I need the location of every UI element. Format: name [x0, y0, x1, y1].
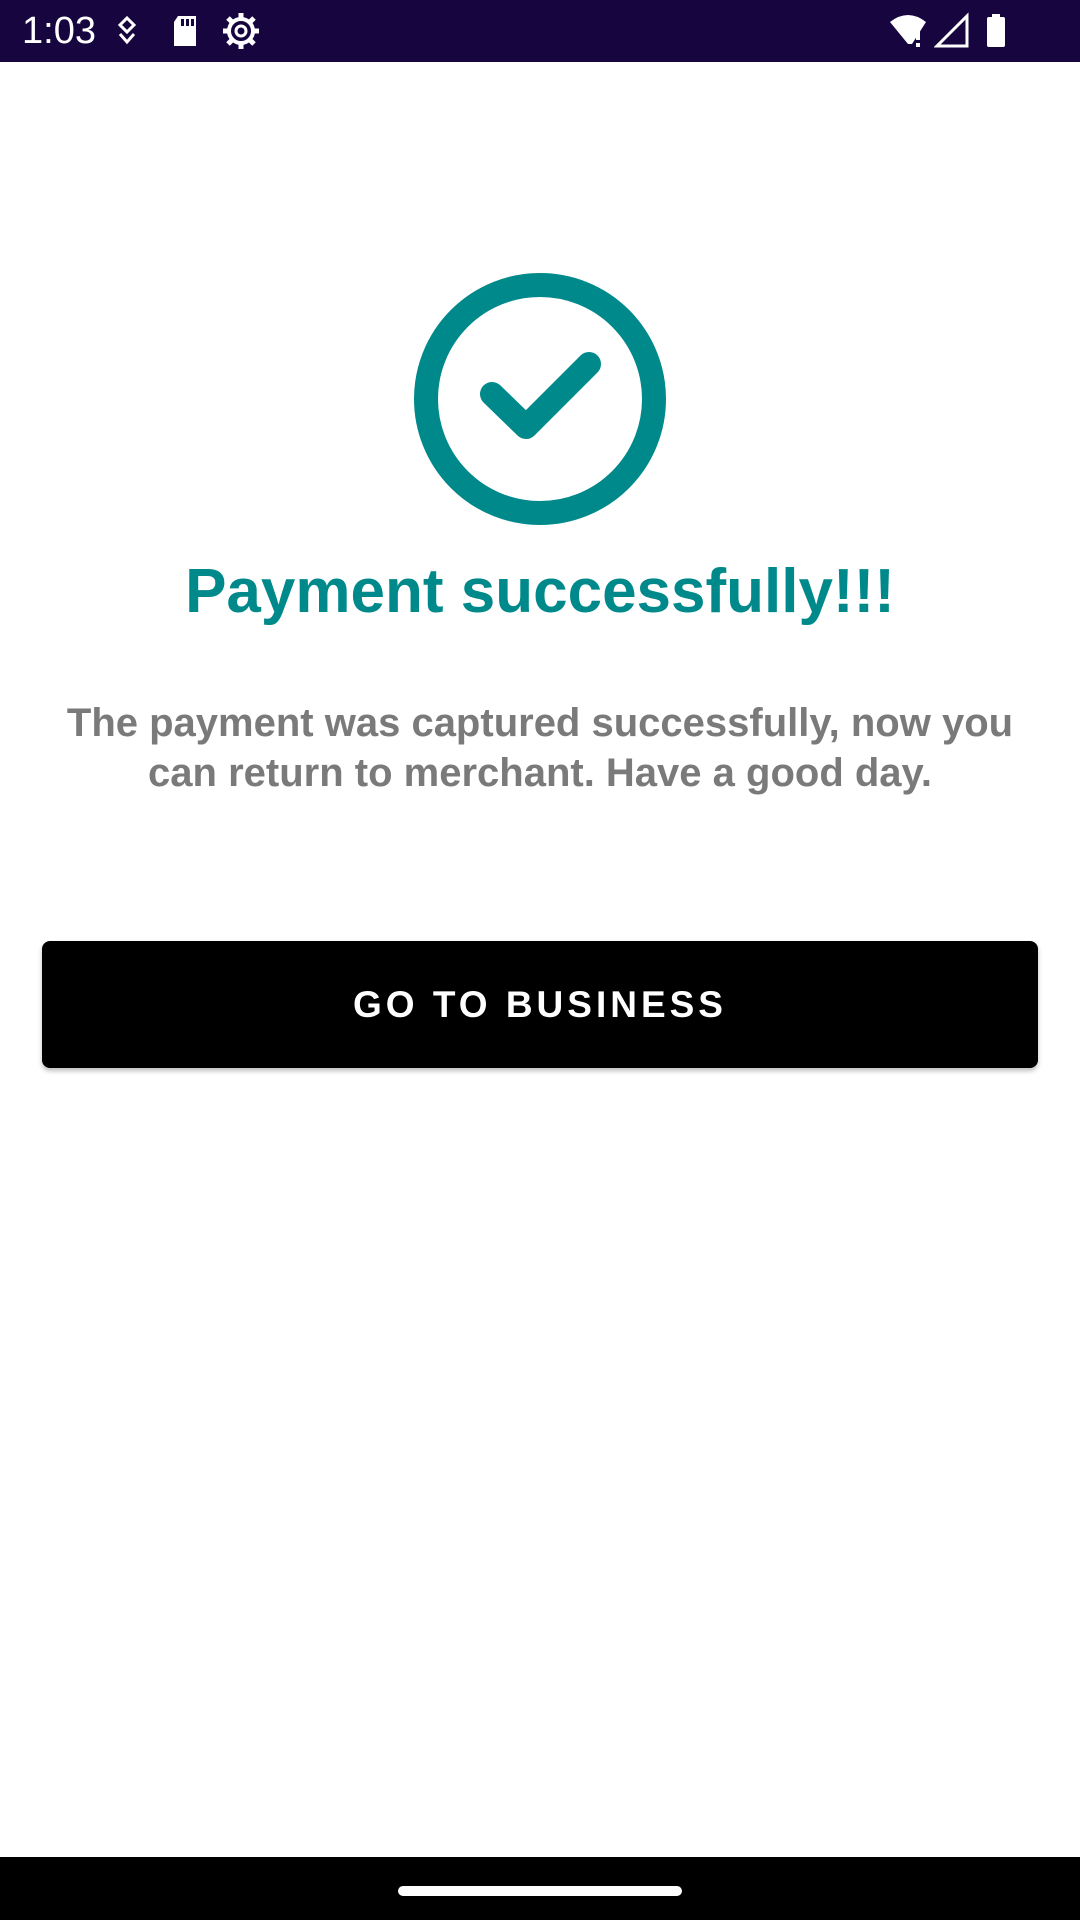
go-to-business-button[interactable]: GO TO BUSINESS: [42, 941, 1038, 1068]
notification-dot-icon: [114, 12, 140, 50]
settings-gear-icon: [222, 12, 260, 50]
battery-icon: [984, 12, 1008, 50]
wifi-icon: [888, 12, 928, 50]
payment-success-title: Payment successfully!!!: [185, 557, 895, 626]
status-bar: 1:03: [0, 0, 1080, 62]
home-pill[interactable]: [398, 1886, 682, 1896]
sd-card-icon: [170, 12, 200, 50]
navigation-bar: [0, 1857, 1080, 1920]
payment-success-message: The payment was captured successfully, n…: [66, 701, 1014, 795]
status-time: 1:03: [22, 10, 96, 52]
check-circle-icon: [413, 272, 667, 526]
screen: 1:03 Payment successfully!!! The payment…: [0, 0, 1080, 1920]
cell-signal-icon: [934, 12, 970, 50]
